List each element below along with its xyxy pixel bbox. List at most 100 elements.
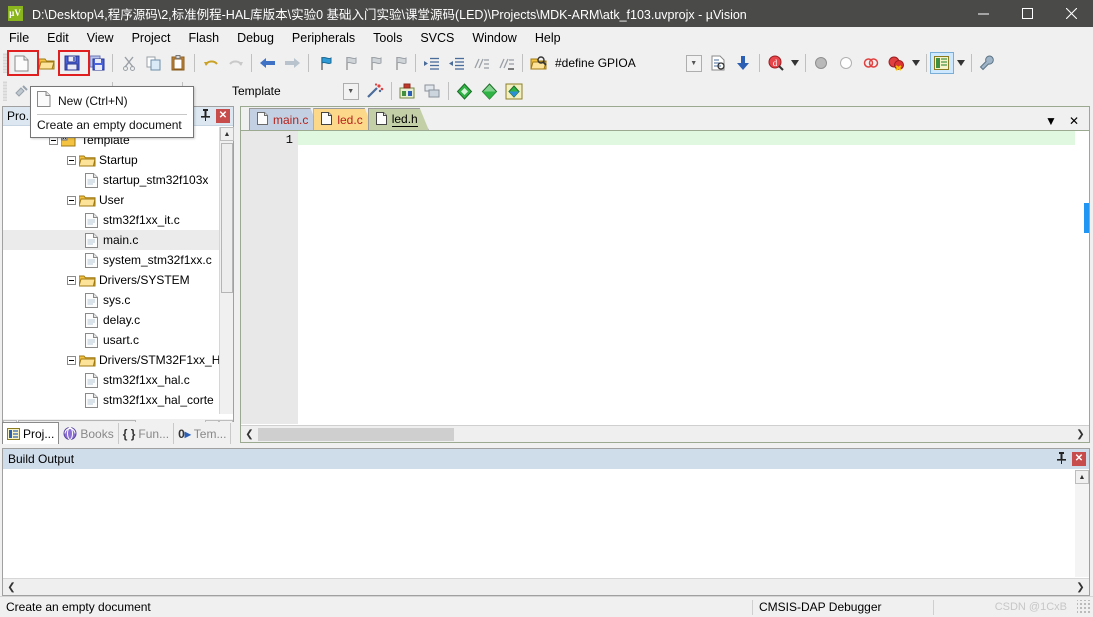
scroll-left-chevron-left-icon[interactable]: ❮	[3, 582, 20, 593]
tree-item-drivers-stm32f1xx-hal[interactable]: Drivers/STM32F1xx_HAL	[3, 350, 219, 370]
red-rings-icon[interactable]	[859, 51, 884, 75]
save-button[interactable]	[59, 51, 84, 75]
project-tree[interactable]: Template Startup startup_stm32f103x User…	[3, 127, 219, 414]
bookmark-next-icon[interactable]	[362, 51, 387, 75]
pin-icon[interactable]	[198, 108, 212, 124]
editor-horizontal-scrollbar[interactable]: ❮ ❯	[241, 425, 1089, 442]
find-dropdown-chevron-down-icon[interactable]	[788, 51, 802, 75]
scroll-right-chevron-right-icon[interactable]: ❯	[1072, 582, 1089, 593]
build-toolbar-grip[interactable]	[3, 81, 7, 101]
panel-tab-books[interactable]: Books	[59, 423, 119, 444]
menu-edit[interactable]: Edit	[38, 28, 78, 48]
open-folder-button[interactable]	[34, 51, 59, 75]
green-diamond-alt-icon[interactable]	[477, 79, 502, 103]
tree-item-delay-c[interactable]: delay.c	[3, 310, 219, 330]
undo-arrow-button[interactable]	[198, 51, 223, 75]
new-file-button[interactable]	[9, 51, 34, 75]
menu-peripherals[interactable]: Peripherals	[283, 28, 364, 48]
indent-left-icon[interactable]	[444, 51, 469, 75]
editor-body[interactable]: 1	[241, 131, 1089, 424]
copy-button[interactable]	[141, 51, 166, 75]
multi-project-icon[interactable]	[420, 79, 445, 103]
tree-item-drivers-system[interactable]: Drivers/SYSTEM	[3, 270, 219, 290]
menu-window[interactable]: Window	[463, 28, 525, 48]
editor-tab-main-c[interactable]: main.c	[249, 108, 319, 130]
red-ball-x-icon[interactable]	[884, 51, 909, 75]
arrow-right-button[interactable]	[280, 51, 305, 75]
tree-item-startup-stm32f103x[interactable]: startup_stm32f103x	[3, 170, 219, 190]
build-output-horizontal-scrollbar[interactable]: ❮ ❯	[3, 578, 1089, 595]
window-layout-dropdown-chevron-down-icon[interactable]	[954, 51, 968, 75]
menu-debug[interactable]: Debug	[228, 28, 283, 48]
close-button[interactable]	[1049, 0, 1093, 27]
blue-down-arrow-icon[interactable]	[731, 51, 756, 75]
scroll-left-chevron-left-icon[interactable]: ❮	[241, 429, 258, 440]
menu-file[interactable]: File	[0, 28, 38, 48]
editor-tab-led-h[interactable]: led.h	[368, 108, 429, 130]
document-search-icon[interactable]	[706, 51, 731, 75]
define-dropdown-chevron-down-icon[interactable]: ▼	[685, 54, 702, 72]
tree-item-stm32f1xx-it-c[interactable]: stm32f1xx_it.c	[3, 210, 219, 230]
panel-tab-project[interactable]: Proj...	[2, 422, 60, 444]
save-all-button[interactable]	[84, 51, 109, 75]
project-tree-vertical-scrollbar[interactable]: ▲	[219, 127, 234, 414]
editor-close-icon[interactable]: ✕	[1063, 114, 1085, 128]
tree-item-usart-c[interactable]: usart.c	[3, 330, 219, 350]
menu-svcs[interactable]: SVCS	[411, 28, 463, 48]
tree-item-main-c[interactable]: main.c	[3, 230, 219, 250]
hollow-dot-icon[interactable]	[834, 51, 859, 75]
editor-tab-led-c[interactable]: led.c	[313, 108, 373, 130]
packs-icon[interactable]	[502, 79, 527, 103]
gray-dot-icon[interactable]	[809, 51, 834, 75]
pin-icon[interactable]	[1054, 451, 1068, 467]
bookmark-clear-icon[interactable]	[387, 51, 412, 75]
expander-drivers-system[interactable]	[67, 275, 76, 285]
tree-item-system-stm32f1xx-c[interactable]: system_stm32f1xx.c	[3, 250, 219, 270]
tree-item-startup[interactable]: Startup	[3, 150, 219, 170]
wrench-icon[interactable]	[975, 51, 1000, 75]
tree-item-user[interactable]: User	[3, 190, 219, 210]
menu-tools[interactable]: Tools	[364, 28, 411, 48]
toolbar-grip[interactable]	[3, 53, 7, 73]
tab-list-chevron-down-icon[interactable]: ▼	[1039, 114, 1063, 128]
indent-right-icon[interactable]	[419, 51, 444, 75]
close-icon[interactable]: ✕	[1072, 452, 1086, 466]
menu-view[interactable]: View	[78, 28, 123, 48]
redo-arrow-button[interactable]	[223, 51, 248, 75]
panel-tab-templates[interactable]: 0 ▸ Tem...	[174, 423, 232, 444]
paste-button[interactable]	[166, 51, 191, 75]
build-output-vertical-scrollbar[interactable]: ▲	[1075, 470, 1089, 577]
bookmark-flag-icon[interactable]	[312, 51, 337, 75]
tree-item-stm32f1xx-hal-cortex[interactable]: stm32f1xx_hal_corte	[3, 390, 219, 410]
define-field[interactable]: #define GPIOA	[551, 56, 640, 70]
window-layout-button[interactable]	[929, 52, 954, 74]
green-diamond-icon[interactable]	[452, 79, 477, 103]
menu-flash[interactable]: Flash	[179, 28, 228, 48]
find-folder-icon[interactable]	[526, 51, 551, 75]
menu-help[interactable]: Help	[526, 28, 570, 48]
target-dropdown-chevron-down-icon[interactable]: ▼	[342, 82, 359, 100]
expander-drivers-hal[interactable]	[67, 355, 76, 365]
editor-vertical-scrollbar[interactable]	[1075, 131, 1089, 424]
close-icon[interactable]: ✕	[216, 109, 230, 123]
cut-button[interactable]	[116, 51, 141, 75]
panel-tab-functions[interactable]: { } Fun...	[119, 423, 175, 444]
tree-item-stm32f1xx-hal-c[interactable]: stm32f1xx_hal.c	[3, 370, 219, 390]
expander-startup[interactable]	[67, 155, 76, 165]
maximize-button[interactable]	[1005, 0, 1049, 27]
build-output-text[interactable]	[3, 470, 1075, 577]
scroll-up-triangle-up-icon[interactable]: ▲	[1075, 470, 1089, 484]
resize-grip-icon[interactable]	[1077, 600, 1091, 614]
menu-project[interactable]: Project	[123, 28, 180, 48]
magnifier-d-icon[interactable]: d	[763, 51, 788, 75]
minimize-button[interactable]	[961, 0, 1005, 27]
uncomment-lines-icon[interactable]	[494, 51, 519, 75]
tree-item-sys-c[interactable]: sys.c	[3, 290, 219, 310]
scroll-right-chevron-right-icon[interactable]: ❯	[1072, 429, 1089, 440]
scroll-up-triangle-up-icon[interactable]: ▲	[220, 127, 234, 141]
bookmark-set-dropdown-chevron-down-icon[interactable]	[909, 51, 923, 75]
vertical-scroll-thumb[interactable]	[221, 143, 233, 293]
comment-lines-icon[interactable]	[469, 51, 494, 75]
magic-wand-icon[interactable]	[363, 79, 388, 103]
expander-user[interactable]	[67, 195, 76, 205]
